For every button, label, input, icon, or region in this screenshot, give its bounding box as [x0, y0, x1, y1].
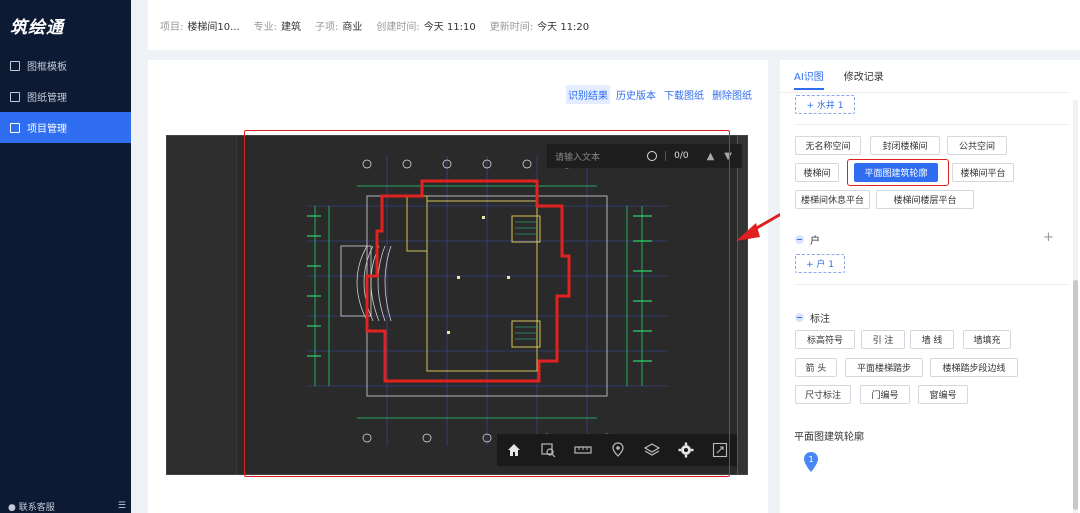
annotation-section-title[interactable]: 标注: [795, 310, 830, 325]
contact-support-link[interactable]: ● 联系客服: [8, 500, 55, 513]
tabs-divider: [780, 92, 1070, 93]
pin-number: 1: [808, 455, 813, 464]
layers-icon[interactable]: [644, 442, 660, 458]
location-pin-icon[interactable]: 1: [804, 452, 818, 472]
collapse-icon: [795, 313, 804, 322]
gear-icon[interactable]: [678, 442, 694, 458]
contour-section-label: 平面图建筑轮廓: [794, 432, 864, 443]
space-tag-unnamed[interactable]: 无名称空间: [795, 136, 861, 155]
annotation-tag-arrow[interactable]: 箭 头: [795, 358, 837, 377]
annotation-tag-wall-fill[interactable]: 墙填充: [963, 330, 1011, 349]
search-result-count: 0/0: [665, 151, 689, 161]
annotation-tag-elevation[interactable]: 标高符号: [795, 330, 855, 349]
household-section-title[interactable]: 户: [795, 232, 820, 247]
annotation-tag-dimension[interactable]: 尺寸标注: [795, 385, 851, 404]
scrollbar-thumb[interactable]: [1073, 280, 1078, 510]
project-icon: [10, 122, 20, 133]
app-logo[interactable]: 筑绘通: [0, 0, 131, 50]
space-tag-stair-platform[interactable]: 楼梯间平台: [952, 163, 1014, 182]
space-tag-enclosed-stair[interactable]: 封闭楼梯间: [870, 136, 940, 155]
search-icon[interactable]: [647, 151, 658, 161]
zoom-window-icon[interactable]: [540, 442, 556, 458]
viewer-right-strip: [737, 136, 747, 474]
tab-ai-recognition[interactable]: AI识图: [794, 68, 824, 90]
space-tag-stair-floor-platform[interactable]: 楼梯间楼层平台: [876, 190, 974, 209]
drawing-actions: 识别结果 历史版本 下载图纸 删除图纸: [566, 85, 754, 104]
annotation-tag-window-number[interactable]: 窗编号: [918, 385, 968, 404]
fullscreen-icon[interactable]: [712, 442, 728, 458]
section-divider: [794, 124, 1070, 125]
panel-tabs: AI识图 修改记录: [794, 68, 884, 90]
space-tag-stair-rest-platform[interactable]: 楼梯间休息平台: [795, 190, 870, 209]
home-icon[interactable]: [506, 442, 522, 458]
sidebar-item-label: 图框模板: [27, 62, 67, 73]
space-tag-stairwell[interactable]: 楼梯间: [795, 163, 839, 182]
annotation-tag-leader[interactable]: 引 注: [861, 330, 905, 349]
location-pin-icon[interactable]: [610, 442, 626, 458]
subitem-meta: 子项: 商业: [315, 21, 363, 33]
viewer-toolbar: [497, 434, 737, 466]
space-tag-public[interactable]: 公共空间: [947, 136, 1007, 155]
section-divider: [794, 284, 1070, 285]
household-tag[interactable]: + 户 1: [795, 254, 845, 273]
annotation-tag-stair-step[interactable]: 平面楼梯踏步: [845, 358, 923, 377]
created-meta: 创建时间: 今天 11:10: [376, 21, 476, 33]
major-meta: 专业: 建筑: [253, 21, 302, 33]
frame-icon: [10, 60, 20, 71]
space-tag-plan-contour[interactable]: 平面图建筑轮廓: [854, 163, 938, 182]
water-well-tag[interactable]: + 水井 1: [795, 95, 855, 114]
recognition-result-button[interactable]: 识别结果: [566, 85, 610, 104]
sidebar-item-frame-templates[interactable]: 图框模板: [0, 50, 131, 81]
drawing-panel: 识别结果 历史版本 下载图纸 删除图纸 请输入文本 0/0 ▲ ▼: [148, 60, 768, 513]
updated-meta: 更新时间: 今天 11:20: [489, 21, 590, 33]
annotation-tag-wall-line[interactable]: 墙 线: [910, 330, 954, 349]
measure-icon[interactable]: [574, 442, 592, 458]
sidebar: 筑绘通 图框模板 图纸管理 项目管理 ● 联系客服 ☰: [0, 0, 131, 513]
project-info-bar: 项目: 楼梯间10... 专业: 建筑 子项: 商业 创建时间: 今天 11:10 更新…: [148, 0, 1080, 50]
ai-recognition-panel: AI识图 修改记录 + 水井 1 无名称空间 封闭楼梯间 公共空间 楼梯间 平面…: [780, 60, 1080, 513]
sidebar-item-projects[interactable]: 项目管理: [0, 112, 131, 143]
cad-viewer[interactable]: 请输入文本 0/0 ▲ ▼: [166, 135, 748, 475]
download-drawing-button[interactable]: 下载图纸: [662, 85, 706, 104]
viewer-side-strip: [167, 136, 237, 474]
collapse-icon: [795, 235, 804, 244]
sidebar-item-drawings[interactable]: 图纸管理: [0, 81, 131, 112]
drawing-icon: [10, 91, 20, 102]
chevron-down-icon[interactable]: ▼: [724, 151, 732, 162]
sidebar-item-label: 图纸管理: [27, 93, 67, 104]
chevron-up-icon[interactable]: ▲: [707, 151, 715, 162]
project-meta: 项目: 楼梯间10...: [160, 21, 240, 33]
history-version-button[interactable]: 历史版本: [614, 85, 658, 104]
annotation-tag-door-number[interactable]: 门编号: [860, 385, 910, 404]
add-icon[interactable]: +: [1043, 230, 1054, 245]
tab-modification-records[interactable]: 修改记录: [844, 68, 884, 90]
floor-plan-drawing: [307, 156, 667, 446]
collapse-icon[interactable]: ☰: [118, 501, 126, 511]
search-input[interactable]: 请输入文本: [555, 150, 647, 163]
viewer-search: 请输入文本 0/0 ▲ ▼: [547, 144, 742, 168]
delete-drawing-button[interactable]: 删除图纸: [710, 85, 754, 104]
annotation-tag-stair-step-edge[interactable]: 楼梯踏步段边线: [930, 358, 1018, 377]
panel-scrollbar[interactable]: [1073, 100, 1078, 513]
sidebar-footer: ● 联系客服 ☰: [8, 499, 126, 513]
sidebar-item-label: 项目管理: [27, 124, 67, 135]
